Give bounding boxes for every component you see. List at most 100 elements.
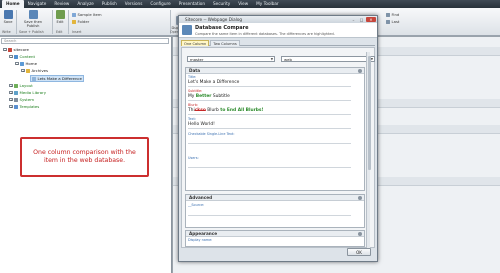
field-label-checkable-text: Checkable Single-Line Text: bbox=[188, 132, 235, 136]
collapse-icon[interactable]: − bbox=[3, 47, 7, 52]
minimize-icon[interactable]: – bbox=[350, 17, 357, 22]
find-label: Find bbox=[391, 12, 400, 17]
scrollbar-thumb[interactable] bbox=[367, 56, 371, 170]
tree-node-content[interactable]: − Content bbox=[9, 54, 35, 59]
section-header[interactable]: Data bbox=[186, 68, 364, 74]
find-button[interactable]: Find bbox=[386, 12, 399, 17]
save-icon bbox=[3, 10, 13, 19]
edit-button[interactable]: Edit bbox=[54, 10, 66, 24]
close-icon[interactable]: ✕ bbox=[366, 17, 376, 22]
write-group-label: Write bbox=[2, 30, 11, 34]
menu-configure[interactable]: Configure bbox=[146, 0, 174, 8]
last-button[interactable]: Last bbox=[386, 19, 399, 24]
section-header[interactable]: Advanced bbox=[186, 195, 364, 201]
text-removed: ckso bbox=[194, 108, 206, 113]
maximize-icon[interactable]: □ bbox=[358, 17, 365, 22]
edit-icon bbox=[55, 10, 65, 19]
expand-icon[interactable]: + bbox=[21, 68, 25, 73]
tab-two-columns[interactable]: Two Columns bbox=[210, 40, 240, 46]
insert-folder-label: Folder bbox=[77, 19, 90, 24]
system-icon bbox=[14, 97, 18, 102]
insert-group-label: Insert bbox=[72, 30, 82, 34]
chevron-down-icon: ▼ bbox=[270, 57, 273, 61]
tree-node-archives[interactable]: + Archives bbox=[21, 68, 48, 73]
text-added: Better bbox=[195, 94, 212, 99]
ribbon-separator bbox=[68, 10, 69, 34]
save-then-publish-label: Save then Publish bbox=[23, 20, 43, 28]
ribbon-separator bbox=[52, 10, 53, 34]
menu-publish[interactable]: Publish bbox=[98, 0, 121, 8]
menu-security[interactable]: Security bbox=[209, 0, 234, 8]
expand-icon[interactable]: + bbox=[9, 83, 13, 88]
menu-navigate[interactable]: Navigate bbox=[24, 0, 51, 8]
expand-icon[interactable]: + bbox=[9, 104, 13, 109]
menu-analyze[interactable]: Analyze bbox=[73, 0, 98, 8]
field-label-text: Text: bbox=[188, 117, 196, 121]
menu-versions[interactable]: Versions bbox=[121, 0, 147, 8]
field-label-source: __Source: bbox=[188, 203, 205, 207]
expand-icon[interactable]: + bbox=[9, 90, 13, 95]
collapse-icon[interactable]: − bbox=[9, 54, 13, 59]
save-publish-group-label: Save + Publish bbox=[19, 30, 44, 34]
section-title: Data bbox=[189, 68, 201, 73]
field-value-source bbox=[188, 209, 351, 216]
find-icon bbox=[386, 12, 390, 17]
insert-sample-item-label: Sample Item bbox=[77, 12, 102, 17]
section-header[interactable]: Appearance bbox=[186, 231, 364, 237]
expand-icon[interactable]: + bbox=[9, 97, 13, 102]
tree-node-system[interactable]: + System bbox=[9, 97, 34, 102]
save-then-publish-button[interactable]: Save then Publish bbox=[18, 10, 48, 28]
publish-icon bbox=[28, 10, 38, 19]
text-unchanged: Subtitle bbox=[211, 94, 230, 99]
tree-node-label: Home bbox=[25, 61, 38, 66]
save-label: Save bbox=[3, 20, 13, 24]
chevron-down-icon: ▼ bbox=[370, 57, 373, 61]
section-options-icon[interactable] bbox=[358, 196, 362, 200]
menu-presentation[interactable]: Presentation bbox=[175, 0, 209, 8]
right-database-select[interactable]: web ▼ bbox=[281, 56, 375, 62]
tree-node-label: Layout bbox=[19, 83, 33, 88]
field-value-text: Hello World! bbox=[188, 122, 351, 129]
folder-icon bbox=[26, 68, 30, 73]
insert-folder[interactable]: Folder bbox=[72, 19, 89, 24]
last-label: Last bbox=[391, 19, 400, 24]
field-value-title: Let's Make a Difference bbox=[188, 80, 351, 87]
menu-view[interactable]: View bbox=[234, 0, 252, 8]
tree-node-home[interactable]: − Home bbox=[15, 61, 37, 66]
section-options-icon[interactable] bbox=[358, 232, 362, 236]
field-label-users: Users: bbox=[188, 156, 199, 160]
ok-button[interactable]: OK bbox=[347, 248, 371, 256]
tree-node-sitecore[interactable]: − sitecore bbox=[3, 47, 29, 52]
tree-node-templates[interactable]: + Templates bbox=[9, 104, 39, 109]
left-database-value: master bbox=[190, 57, 204, 62]
tree-node-label: Content bbox=[19, 54, 35, 59]
tree-node-label: sitecore bbox=[13, 47, 29, 52]
text-unchanged: My bbox=[188, 94, 196, 99]
left-database-select[interactable]: master ▼ bbox=[187, 56, 275, 62]
ribbon-separator bbox=[16, 10, 17, 34]
menu-home[interactable]: Home bbox=[2, 0, 24, 8]
layout-icon bbox=[14, 83, 18, 88]
section-title: Advanced bbox=[189, 195, 213, 200]
collapse-icon[interactable]: − bbox=[15, 61, 19, 66]
database-compare-icon bbox=[182, 25, 192, 35]
content-icon bbox=[14, 54, 18, 59]
menu-my-toolbar[interactable]: My Toolbar bbox=[252, 0, 283, 8]
tree-node-media-library[interactable]: + Media Library bbox=[9, 90, 46, 95]
dialog-scrollbar[interactable] bbox=[366, 52, 371, 248]
media-icon bbox=[14, 90, 18, 95]
text-unchanged: Thi bbox=[188, 108, 195, 113]
dialog-header-subtitle: Compare the same item in different datab… bbox=[195, 31, 335, 36]
menu-review[interactable]: Review bbox=[50, 0, 73, 8]
tree-node-layout[interactable]: + Layout bbox=[9, 83, 33, 88]
tree-search-input[interactable]: Search bbox=[1, 38, 169, 44]
dialog-titlebar[interactable]: Sitecore -- Webpage Dialog – □ ✕ bbox=[179, 16, 377, 23]
save-button[interactable]: Save bbox=[2, 10, 14, 24]
home-icon bbox=[20, 61, 24, 66]
sample-item-icon bbox=[72, 12, 76, 17]
tab-one-column[interactable]: One Column bbox=[181, 40, 210, 46]
tree-node-lets-make-a-difference[interactable]: Lets Make a Difference bbox=[30, 75, 84, 82]
callout-text: One column comparison with the item in t… bbox=[33, 149, 136, 164]
section-options-icon[interactable] bbox=[358, 69, 362, 73]
insert-sample-item[interactable]: Sample Item bbox=[72, 12, 102, 17]
